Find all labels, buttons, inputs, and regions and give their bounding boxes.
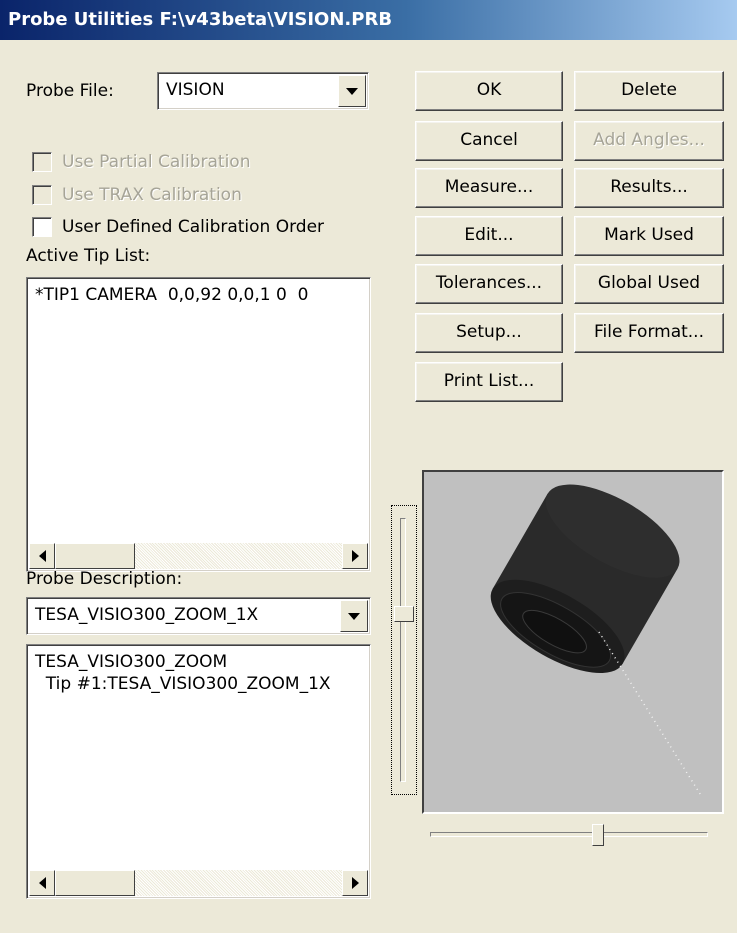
delete-button[interactable]: Delete [574, 71, 724, 111]
probe-description-combo[interactable]: TESA_VISIO300_ZOOM_1X [26, 597, 371, 635]
probe-description-value: TESA_VISIO300_ZOOM_1X [35, 605, 259, 625]
probe-description-dropdown-button[interactable] [340, 600, 368, 632]
edit-button[interactable]: Edit... [415, 216, 563, 256]
probe-file-label: Probe File: [26, 81, 114, 101]
scroll-right-button[interactable] [342, 870, 368, 896]
results-button[interactable]: Results... [574, 168, 724, 208]
probe-description-box[interactable]: TESA_VISIO300_ZOOM Tip #1:TESA_VISIO300_… [26, 644, 371, 899]
probe-file-value: VISION [166, 80, 225, 100]
print-list-button[interactable]: Print List... [415, 362, 563, 402]
partial-calibration-checkbox[interactable] [32, 152, 52, 172]
chevron-down-icon [348, 612, 360, 620]
calibration-order-checkbox[interactable] [32, 217, 52, 237]
arrow-right-icon [351, 877, 359, 889]
scroll-thumb[interactable] [55, 870, 135, 896]
trax-calibration-checkbox[interactable] [32, 185, 52, 205]
setup-button[interactable]: Setup... [415, 313, 563, 353]
probe-description-line: TESA_VISIO300_ZOOM [35, 652, 228, 672]
global-used-button[interactable]: Global Used [574, 264, 724, 304]
arrow-left-icon [38, 877, 46, 889]
probe-description-label: Probe Description: [26, 569, 183, 589]
measure-button[interactable]: Measure... [415, 168, 563, 208]
partial-calibration-label: Use Partial Calibration [62, 152, 251, 172]
ok-button[interactable]: OK [415, 71, 563, 111]
tip-list-item[interactable]: *TIP1 CAMERA 0,0,92 0,0,1 0 0 [35, 284, 308, 306]
scroll-left-button[interactable] [29, 543, 55, 569]
probe-file-combo[interactable]: VISION [157, 72, 369, 110]
chevron-down-icon [346, 87, 358, 95]
probe-camera-icon [490, 484, 703, 798]
file-format-button[interactable]: File Format... [574, 313, 724, 353]
tip-list-label: Active Tip List: [26, 246, 151, 266]
arrow-right-icon [351, 550, 359, 562]
add-angles-button[interactable]: Add Angles... [574, 121, 724, 161]
probe-file-dropdown-button[interactable] [338, 75, 366, 107]
mark-used-button[interactable]: Mark Used [574, 216, 724, 256]
probe-preview[interactable] [422, 470, 724, 814]
slider-track [430, 832, 708, 837]
probe-description-line: Tip #1:TESA_VISIO300_ZOOM_1X [35, 674, 331, 694]
slider-track [400, 518, 406, 782]
calibration-order-label: User Defined Calibration Order [62, 217, 325, 237]
window-title: Probe Utilities F:\v43beta\VISION.PRB [8, 9, 393, 30]
scroll-thumb[interactable] [55, 543, 135, 569]
tip-list-box[interactable]: *TIP1 CAMERA 0,0,92 0,0,1 0 0 [26, 277, 371, 572]
scroll-left-button[interactable] [29, 870, 55, 896]
title-bar: Probe Utilities F:\v43beta\VISION.PRB [0, 0, 737, 40]
probe-description-hscroll[interactable] [29, 870, 368, 896]
trax-calibration-label: Use TRAX Calibration [62, 185, 242, 205]
cancel-button[interactable]: Cancel [415, 121, 563, 161]
scroll-right-button[interactable] [342, 543, 368, 569]
slider-thumb[interactable] [592, 824, 604, 846]
vertical-rotation-slider[interactable] [391, 505, 417, 795]
tip-list-hscroll[interactable] [29, 543, 368, 569]
tolerances-button[interactable]: Tolerances... [415, 264, 563, 304]
horizontal-rotation-slider[interactable] [424, 822, 714, 848]
arrow-left-icon [38, 550, 46, 562]
slider-thumb[interactable] [394, 606, 414, 622]
